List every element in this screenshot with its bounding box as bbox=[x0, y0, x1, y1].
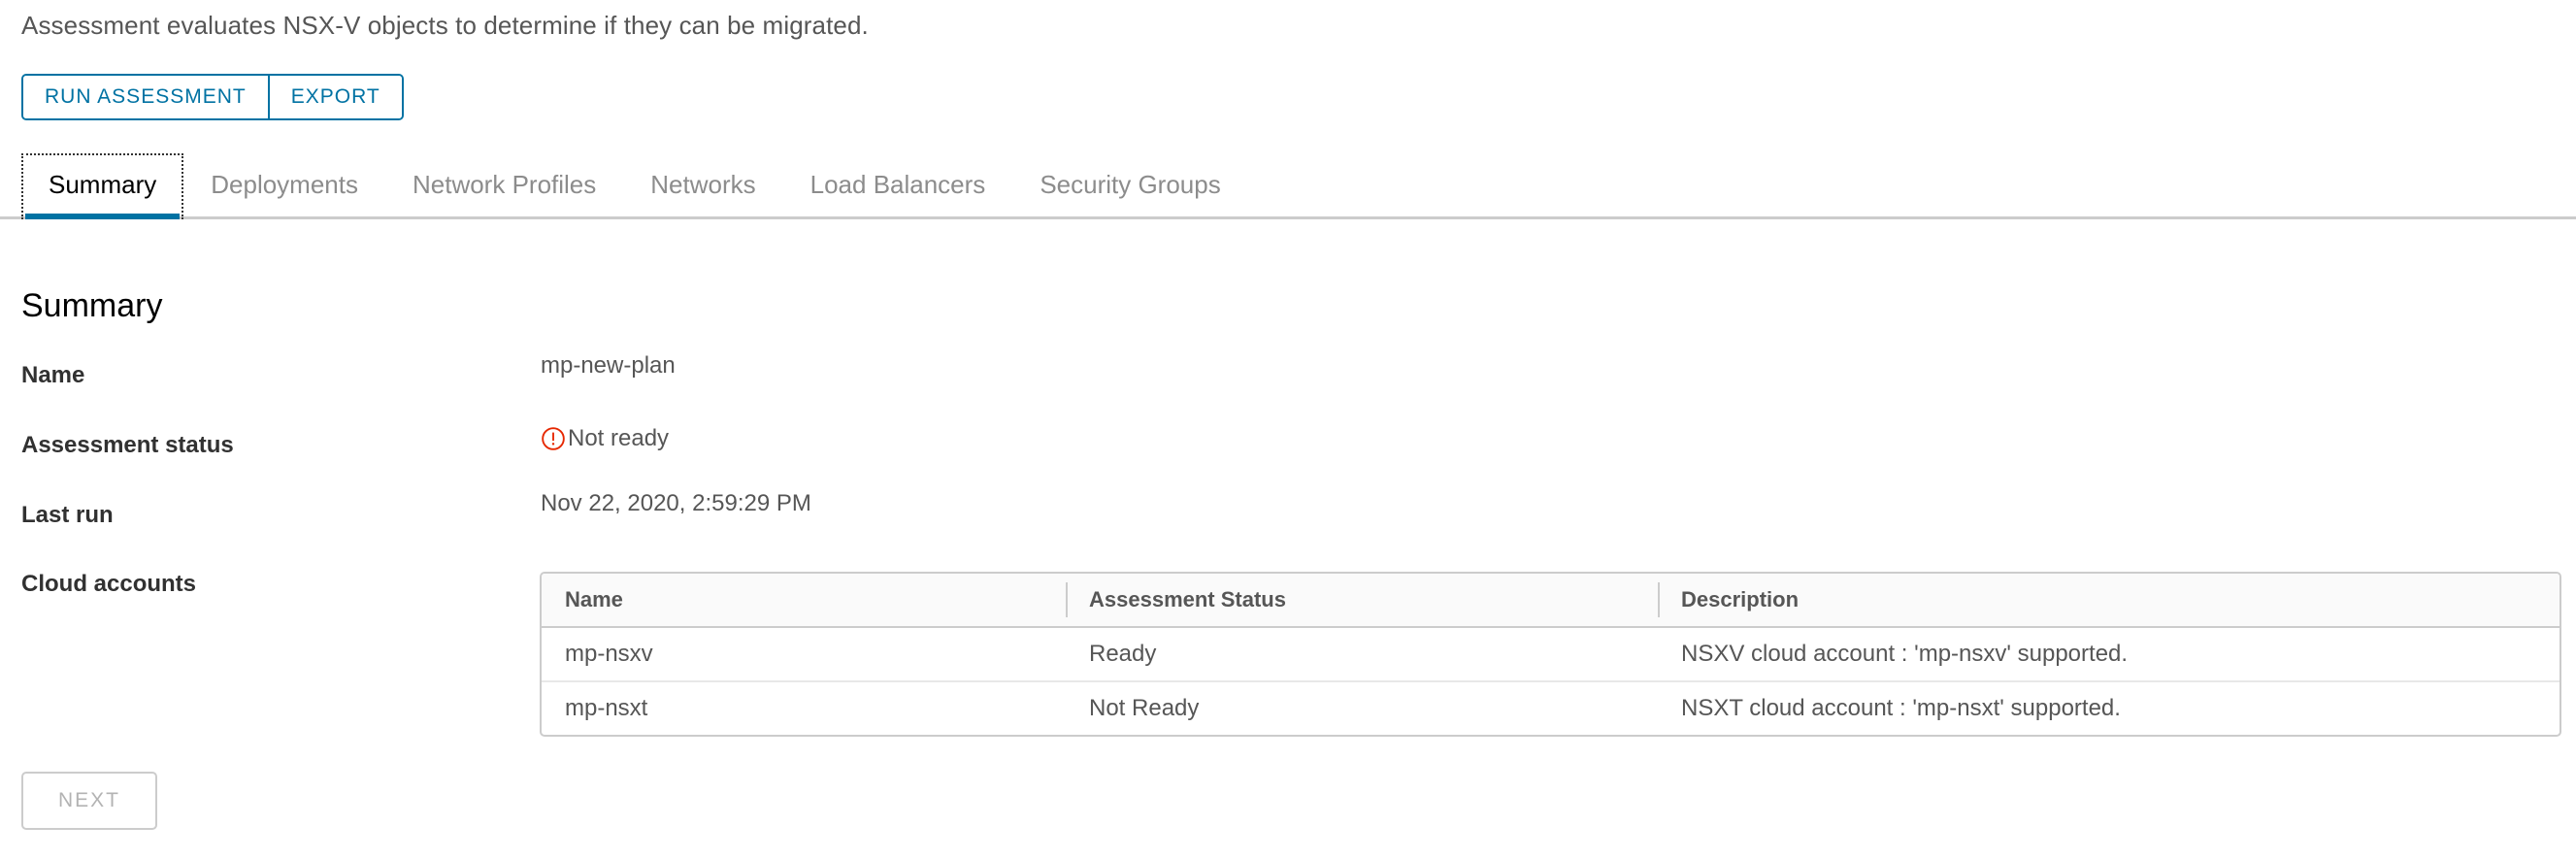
tab-networks[interactable]: Networks bbox=[623, 153, 782, 219]
tab-deployments[interactable]: Deployments bbox=[183, 153, 385, 219]
run-assessment-button[interactable]: RUN ASSESSMENT bbox=[23, 76, 268, 118]
export-button[interactable]: EXPORT bbox=[267, 76, 402, 118]
action-button-group: RUN ASSESSMENT EXPORT bbox=[21, 74, 404, 120]
cloud-accounts-table: Name Assessment Status Description mp-ns… bbox=[540, 572, 2561, 737]
column-header-assessment-status: Assessment Status bbox=[1066, 574, 1658, 628]
value-assessment-status: Not ready bbox=[541, 424, 669, 453]
error-circle-icon bbox=[541, 426, 566, 451]
tab-network-profiles[interactable]: Network Profiles bbox=[385, 153, 623, 219]
page-description: Assessment evaluates NSX-V objects to de… bbox=[21, 11, 869, 40]
cell-status: Ready bbox=[1066, 627, 1658, 682]
tab-summary[interactable]: Summary bbox=[21, 153, 184, 219]
label-assessment-status: Assessment status bbox=[21, 432, 234, 458]
cell-name: mp-nsxv bbox=[542, 627, 1066, 682]
status-badge-text: Not ready bbox=[568, 425, 670, 451]
cell-description: NSXT cloud account : 'mp-nsxt' supported… bbox=[1681, 695, 2121, 721]
tab-load-balancers[interactable]: Load Balancers bbox=[783, 153, 1013, 219]
label-name: Name bbox=[21, 362, 85, 388]
tab-security-groups[interactable]: Security Groups bbox=[1012, 153, 1247, 219]
tab-list: Summary Deployments Network Profiles Net… bbox=[21, 153, 1248, 219]
table-row[interactable]: mp-nsxv Ready NSXV cloud account : 'mp-n… bbox=[542, 627, 2559, 682]
tab-bar: Summary Deployments Network Profiles Net… bbox=[0, 153, 2576, 219]
value-last-run: Nov 22, 2020, 2:59:29 PM bbox=[541, 490, 811, 516]
table-row[interactable]: mp-nsxt Not Ready NSXT cloud account : '… bbox=[542, 681, 2559, 735]
label-cloud-accounts: Cloud accounts bbox=[21, 571, 197, 597]
cell-status: Not Ready bbox=[1089, 695, 1200, 721]
table-header-row: Name Assessment Status Description bbox=[542, 574, 2559, 628]
label-last-run: Last run bbox=[21, 502, 114, 528]
column-header-name: Name bbox=[542, 574, 1066, 628]
column-header-description: Description bbox=[1658, 574, 2559, 628]
assessment-page: Assessment evaluates NSX-V objects to de… bbox=[0, 0, 2576, 859]
cell-description: NSXV cloud account : 'mp-nsxv' supported… bbox=[1658, 627, 2559, 682]
cell-name: mp-nsxt bbox=[565, 695, 648, 721]
next-button[interactable]: NEXT bbox=[21, 772, 157, 830]
section-title-summary: Summary bbox=[21, 287, 163, 324]
value-name: mp-new-plan bbox=[541, 352, 676, 379]
